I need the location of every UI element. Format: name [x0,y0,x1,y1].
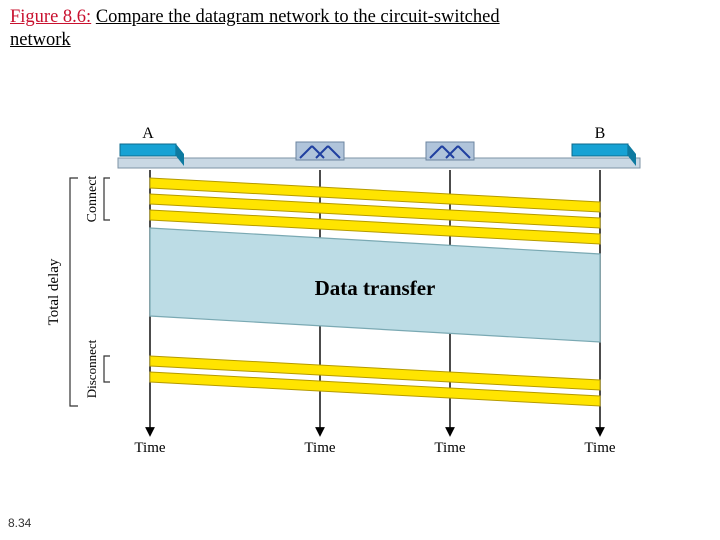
time-label-4: Time [584,440,615,456]
disconnect-bands [150,356,600,406]
label-connect: Connect [85,176,100,223]
top-rail [118,158,640,168]
figure-title: Figure 8.6: Compare the datagram network… [10,6,690,52]
time-label-1: Time [134,440,165,456]
router-2-icon [426,142,474,160]
host-a-label: A [142,125,154,142]
host-b-label: B [595,125,606,142]
label-disconnect: Disconnect [84,339,99,398]
bracket-total [70,178,78,406]
router-1-icon [296,142,344,160]
bracket-connect [104,178,110,220]
label-total-delay: Total delay [46,258,62,325]
time-label-3: Time [434,440,465,456]
figure-label: Figure 8.6: [10,7,91,27]
figure-caption-1: Compare the datagram network to the circ… [96,7,500,27]
figure-caption-2: network [10,30,71,50]
data-transfer-label: Data transfer [315,276,436,300]
bracket-disconnect [104,356,110,382]
page-number: 8.34 [8,516,31,530]
time-label-2: Time [304,440,335,456]
network-delay-diagram: A B [0,100,720,480]
